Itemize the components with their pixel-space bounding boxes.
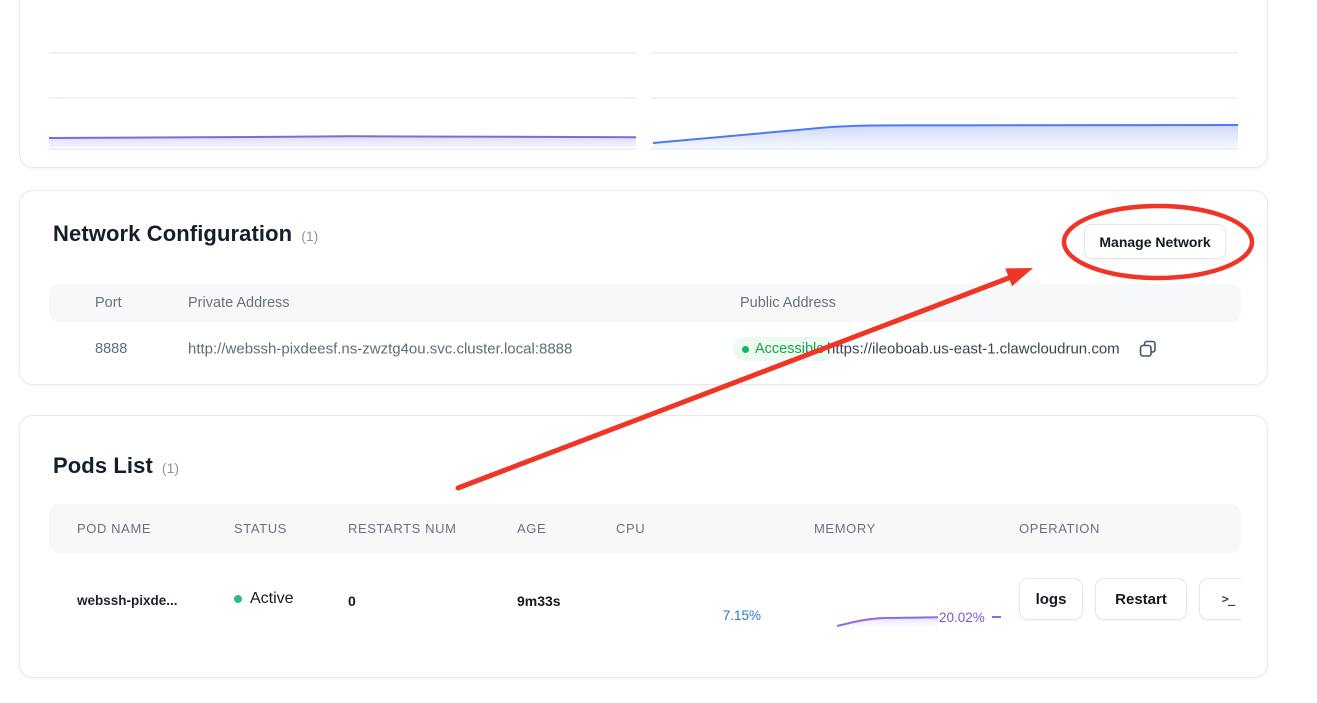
active-dot-icon bbox=[234, 595, 242, 603]
terminal-icon: >_ bbox=[1222, 592, 1234, 606]
terminal-button[interactable]: >_ bbox=[1199, 578, 1241, 620]
column-pod-name: POD NAME bbox=[77, 521, 151, 536]
pod-status-value: Active bbox=[250, 590, 294, 608]
column-public-address: Public Address bbox=[740, 295, 836, 311]
network-table-row: 8888 http://webssh-pixdeesf.ns-zwztg4ou.… bbox=[49, 334, 1241, 364]
network-table-header: Port Private Address Public Address bbox=[49, 284, 1241, 322]
pods-count-badge: (1) bbox=[162, 460, 179, 476]
pods-table-header: POD NAME STATUS RESTARTS NUM AGE CPU MEM… bbox=[49, 504, 1241, 553]
column-restarts-num: RESTARTS NUM bbox=[348, 521, 457, 536]
network-configuration-title: Network Configuration bbox=[53, 221, 292, 247]
overview-charts-card bbox=[19, 0, 1268, 168]
restart-button[interactable]: Restart bbox=[1095, 578, 1187, 620]
accessible-dot-icon bbox=[742, 346, 749, 353]
copy-icon[interactable] bbox=[1138, 339, 1158, 359]
network-configuration-header: Network Configuration (1) bbox=[53, 221, 318, 247]
network-count-badge: (1) bbox=[301, 228, 318, 244]
logs-button[interactable]: logs bbox=[1019, 578, 1083, 620]
overview-chart-right bbox=[651, 53, 1238, 149]
pod-cpu-value: 7.15% bbox=[723, 608, 761, 623]
overview-charts bbox=[20, 0, 1267, 167]
pods-list-title: Pods List bbox=[53, 453, 153, 479]
pods-list-card: Pods List (1) POD NAME STATUS RESTARTS N… bbox=[19, 415, 1268, 678]
private-address-value: http://webssh-pixdeesf.ns-zwztg4ou.svc.c… bbox=[188, 341, 572, 358]
column-cpu: CPU bbox=[616, 521, 645, 536]
column-operation: OPERATION bbox=[1019, 521, 1100, 536]
pod-memory-sparkline: 20.02% bbox=[818, 601, 1010, 641]
pod-restarts-value: 0 bbox=[348, 593, 356, 609]
column-private-address: Private Address bbox=[188, 295, 290, 311]
pods-list-header: Pods List (1) bbox=[53, 453, 179, 479]
status-badge: Accessible bbox=[733, 337, 835, 361]
column-port: Port bbox=[95, 295, 122, 311]
column-status: STATUS bbox=[234, 521, 287, 536]
column-memory: MEMORY bbox=[814, 521, 876, 536]
manage-network-button[interactable]: Manage Network bbox=[1084, 224, 1226, 259]
overview-chart-left bbox=[49, 53, 636, 149]
port-value: 8888 bbox=[95, 341, 127, 357]
accessible-label: Accessible bbox=[755, 341, 824, 357]
pod-cpu-sparkline: 7.15% bbox=[613, 601, 798, 641]
pod-memory-value: 20.02% bbox=[939, 610, 985, 625]
pods-table: POD NAME STATUS RESTARTS NUM AGE CPU MEM… bbox=[49, 504, 1241, 679]
pod-name-value: webssh-pixde... bbox=[77, 593, 178, 608]
public-address-link[interactable]: https://ileoboab.us-east-1.clawcloudrun.… bbox=[827, 341, 1120, 358]
pod-age-value: 9m33s bbox=[517, 593, 561, 609]
pod-status-cell: Active bbox=[234, 590, 294, 608]
column-age: AGE bbox=[517, 521, 546, 536]
network-configuration-card: Network Configuration (1) Manage Network… bbox=[19, 190, 1268, 385]
